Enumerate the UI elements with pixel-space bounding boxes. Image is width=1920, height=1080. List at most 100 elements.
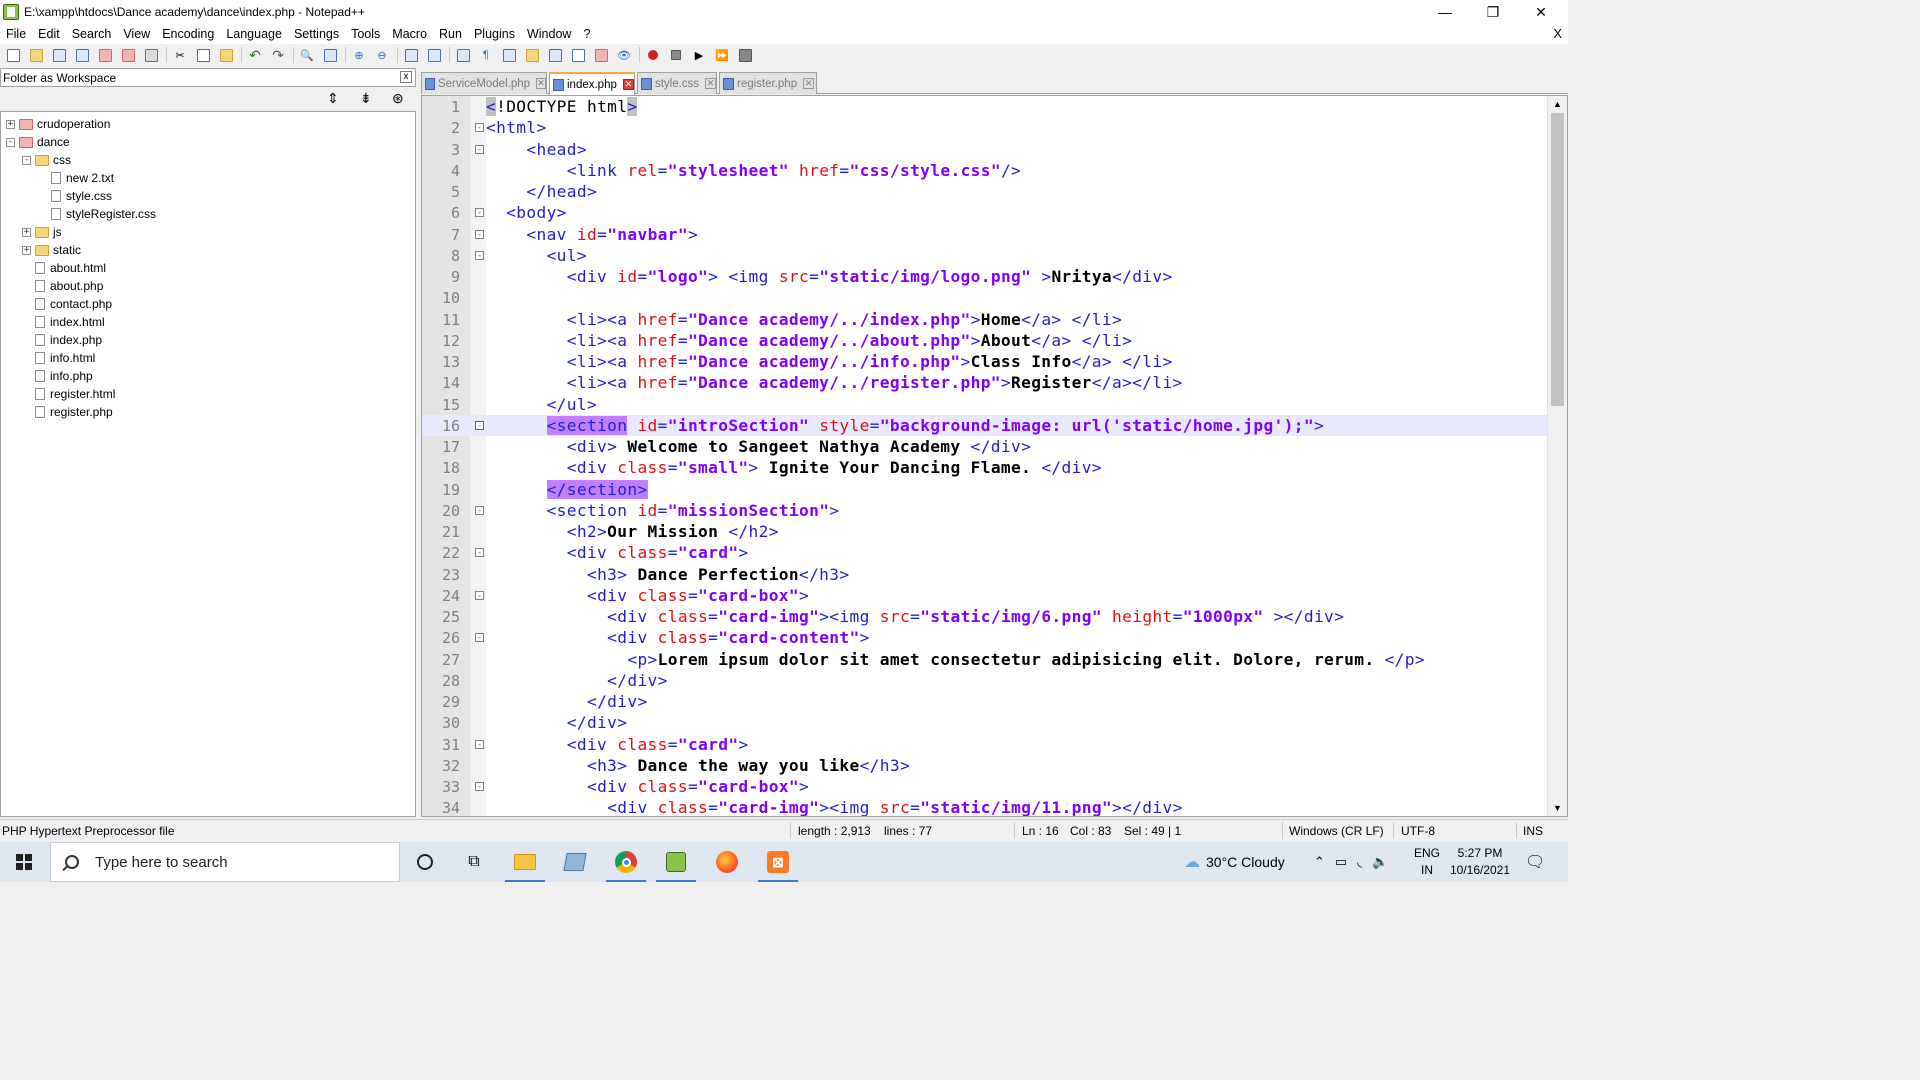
menu-plugins[interactable]: Plugins xyxy=(468,27,521,41)
menu-language[interactable]: Language xyxy=(220,27,288,41)
menu-view[interactable]: View xyxy=(117,27,156,41)
code-line[interactable]: 3 - <head> xyxy=(422,139,1547,160)
tree-item[interactable]: style.css xyxy=(38,187,112,205)
start-button[interactable] xyxy=(0,842,48,882)
sync-vertical-icon[interactable] xyxy=(402,47,420,63)
close-document-button[interactable]: X xyxy=(1553,26,1562,41)
file-explorer-icon[interactable] xyxy=(503,846,547,882)
menu-settings[interactable]: Settings xyxy=(288,27,345,41)
indent-guide-icon[interactable] xyxy=(500,47,518,63)
tree-item[interactable]: index.html xyxy=(22,313,105,331)
expand-icon[interactable]: + xyxy=(6,119,15,129)
code-line[interactable]: 31 - <div class="card"> xyxy=(422,734,1547,755)
tree-item[interactable]: styleRegister.css xyxy=(38,205,156,223)
code-line[interactable]: 18 <div class="small"> Ignite Your Danci… xyxy=(422,457,1547,478)
eol-status[interactable]: Windows (CR LF) xyxy=(1289,824,1384,838)
battery-icon[interactable]: ▭ xyxy=(1335,854,1347,870)
insert-mode-status[interactable]: INS xyxy=(1523,824,1543,838)
close-tab-icon[interactable]: ✕ xyxy=(622,79,634,90)
save-icon[interactable] xyxy=(50,47,68,63)
menu-window[interactable]: Window xyxy=(521,27,577,41)
code-line[interactable]: 30 </div> xyxy=(422,712,1547,733)
close-tab-icon[interactable]: ✕ xyxy=(803,78,815,89)
code-line[interactable]: 15 </ul> xyxy=(422,394,1547,415)
language-indicator[interactable]: ENG IN xyxy=(1414,842,1440,882)
code-line[interactable]: 5 </head> xyxy=(422,181,1547,202)
code-editor[interactable]: 1 <!DOCTYPE html> 2- <html> 3- <head> 4 <link… xyxy=(421,95,1568,817)
folder-workspace-icon[interactable] xyxy=(592,47,610,63)
code-line[interactable]: 16- <section id="introSection" style="ba… xyxy=(422,414,1547,436)
expand-all-icon[interactable]: ⇟ xyxy=(360,90,372,107)
tree-item[interactable]: new 2.txt xyxy=(38,169,114,187)
firefox-icon[interactable] xyxy=(705,846,749,878)
zoom-in-icon[interactable]: ⊕ xyxy=(350,47,368,63)
collapse-icon[interactable]: - xyxy=(6,137,15,147)
tree-item[interactable]: about.html xyxy=(22,259,106,277)
fold-toggle-icon[interactable]: - xyxy=(475,208,484,218)
function-list-icon[interactable] xyxy=(569,47,587,63)
fold-toggle-icon[interactable]: - xyxy=(475,144,484,154)
find-icon[interactable]: 🔍 xyxy=(298,47,316,63)
fold-toggle-icon[interactable]: - xyxy=(475,782,484,791)
tree-item[interactable]: - css xyxy=(22,151,71,169)
code-line[interactable]: 4 <link rel="stylesheet" href="css/style… xyxy=(422,160,1547,181)
tree-item[interactable]: + crudoperation xyxy=(6,115,110,133)
notepadpp-taskbar-icon[interactable] xyxy=(654,846,698,882)
record-macro-icon[interactable] xyxy=(644,47,662,63)
code-line[interactable]: 17 <div> Welcome to Sangeet Nathya Acade… xyxy=(422,436,1547,457)
code-line[interactable]: 19 </section> xyxy=(422,479,1547,500)
close-tab-icon[interactable]: ✕ xyxy=(705,78,716,89)
code-line[interactable]: 34 <div class="card-img"><img src="stati… xyxy=(422,797,1547,816)
restore-button[interactable]: ❐ xyxy=(1470,0,1516,24)
expand-icon[interactable]: + xyxy=(22,245,31,255)
expand-icon[interactable]: + xyxy=(22,227,31,237)
monitoring-icon[interactable]: 👁 xyxy=(615,47,633,63)
fold-toggle-icon[interactable]: - xyxy=(475,229,484,239)
fold-toggle-icon[interactable]: - xyxy=(475,548,484,558)
new-file-icon[interactable] xyxy=(4,47,22,63)
tab-style[interactable]: style.css ✕ xyxy=(637,72,717,94)
wifi-icon[interactable]: ◟ xyxy=(1357,854,1362,870)
save-macro-icon[interactable] xyxy=(736,47,754,63)
run-macro-multiple-icon[interactable]: ⏩ xyxy=(713,47,731,63)
code-line[interactable]: 29 </div> xyxy=(422,691,1547,712)
fold-toggle-icon[interactable]: - xyxy=(475,505,484,515)
fold-toggle-icon[interactable]: - xyxy=(475,250,484,260)
code-line[interactable]: 2 - <html> xyxy=(422,117,1547,138)
scrollbar-thumb[interactable] xyxy=(1551,113,1564,406)
playback-macro-icon[interactable]: ▶ xyxy=(690,47,708,63)
chrome-icon[interactable] xyxy=(604,846,648,882)
code-line[interactable]: 33 - <div class="card-box"> xyxy=(422,776,1547,797)
code-line[interactable]: 20 - <section id="missionSection"> xyxy=(422,500,1547,521)
volume-icon[interactable]: 🔈 xyxy=(1372,854,1388,870)
weather-widget[interactable]: ☁ 30°C Cloudy xyxy=(1184,842,1285,882)
document-map-icon[interactable] xyxy=(546,47,564,63)
scroll-up-icon[interactable]: ▲ xyxy=(1553,99,1562,109)
redo-icon[interactable]: ↷ xyxy=(269,47,287,63)
tab-servicemodel[interactable]: ServiceModel.php ✕ xyxy=(421,72,547,94)
tree-item[interactable]: register.html xyxy=(22,385,115,403)
open-file-icon[interactable] xyxy=(27,47,45,63)
menu-macro[interactable]: Macro xyxy=(386,27,433,41)
collapse-icon[interactable]: - xyxy=(22,155,31,165)
code-line[interactable]: 1 <!DOCTYPE html> xyxy=(422,96,1547,117)
tree-item[interactable]: - dance xyxy=(6,133,70,151)
minimize-button[interactable]: — xyxy=(1422,0,1468,24)
code-line[interactable]: 11 <li><a href="Dance academy/../index.p… xyxy=(422,309,1547,330)
close-all-icon[interactable] xyxy=(119,47,137,63)
code-line[interactable]: 14 <li><a href="Dance academy/../registe… xyxy=(422,372,1547,393)
code-line[interactable]: 24 - <div class="card-box"> xyxy=(422,585,1547,606)
tree-item[interactable]: register.php xyxy=(22,403,113,421)
paste-icon[interactable] xyxy=(217,47,235,63)
task-view-icon[interactable]: ⧉ xyxy=(452,846,496,878)
encoding-status[interactable]: UTF-8 xyxy=(1401,824,1435,838)
close-panel-button[interactable]: x xyxy=(400,71,412,83)
cut-icon[interactable]: ✂ xyxy=(171,47,189,63)
clock[interactable]: 5:27 PM 10/16/2021 xyxy=(1448,842,1512,882)
tree-item[interactable]: info.php xyxy=(22,367,93,385)
tree-item[interactable]: about.php xyxy=(22,277,103,295)
stop-recording-icon[interactable] xyxy=(667,47,685,63)
cortana-icon[interactable] xyxy=(403,846,447,878)
menu-file[interactable]: File xyxy=(0,27,32,41)
code-line[interactable]: 6 - <body> xyxy=(422,202,1547,223)
